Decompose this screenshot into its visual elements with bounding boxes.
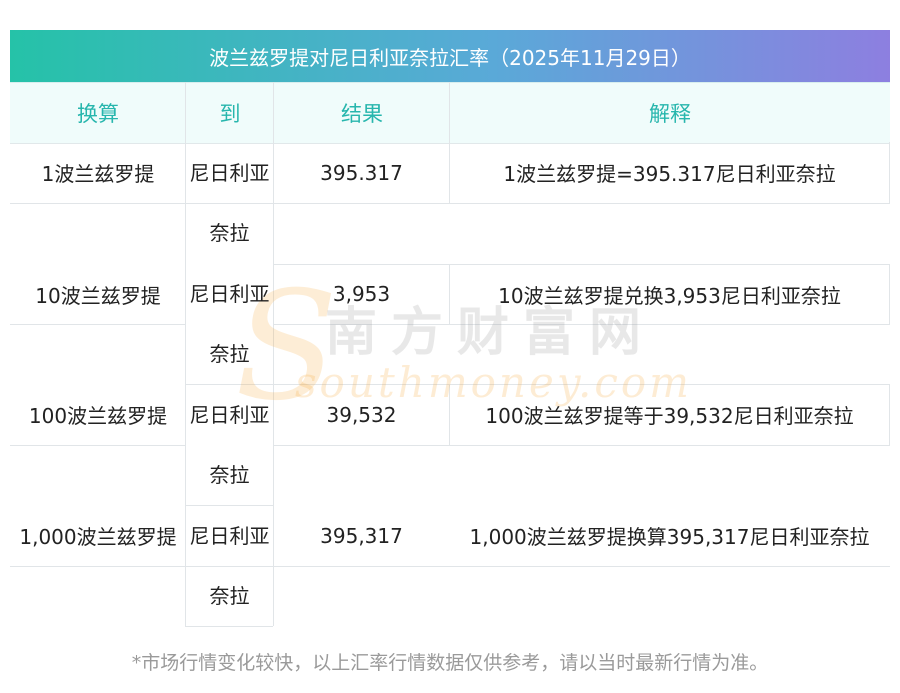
row3-to: 尼日利亚奈拉: [189, 402, 270, 487]
row3-result: 39,532: [326, 402, 397, 427]
row2-result: 3,953: [332, 282, 391, 306]
footnote: *市场行情变化较快，以上汇率行情数据仅供参考，请以当时最新行情为准。: [131, 652, 769, 674]
header-explain: 解释: [649, 102, 691, 126]
row2-explain: 10波兰兹罗提兑换3,953尼日利亚奈拉: [498, 283, 841, 308]
row4-explain: 1,000波兰兹罗提换算395,317尼日利亚奈拉: [469, 525, 870, 549]
table-header: 换算 到 结果 解释: [10, 82, 890, 144]
row4-amount: 1,000波兰兹罗提: [19, 525, 177, 549]
row2-to: 尼日利亚奈拉: [189, 281, 270, 366]
row4-to: 尼日利亚奈拉: [189, 523, 270, 608]
row4-result: 395,317: [320, 523, 403, 548]
row1-result: 395.317: [320, 160, 403, 185]
row1-to: 尼日利亚奈拉: [189, 160, 270, 245]
row2-amount: 10波兰兹罗提: [35, 283, 161, 308]
row3-explain: 100波兰兹罗提等于39,532尼日利亚奈拉: [485, 404, 854, 428]
row1-explain: 1波兰兹罗提=395.317尼日利亚奈拉: [503, 162, 836, 186]
row1-amount: 1波兰兹罗提: [41, 162, 155, 186]
row3-amount: 100波兰兹罗提: [28, 404, 168, 428]
header-convert: 换算: [77, 102, 119, 126]
header-result: 结果: [341, 102, 383, 126]
table-title: 波兰兹罗提对尼日利亚奈拉汇率（2025年11月29日）: [10, 30, 890, 82]
header-to: 到: [219, 102, 241, 126]
